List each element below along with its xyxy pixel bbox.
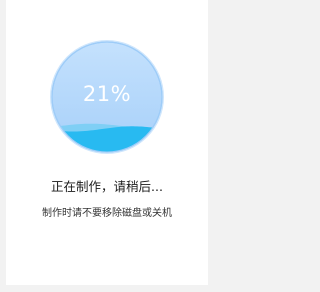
progress-gauge: 21% [47, 37, 167, 157]
warning-message: 制作时请不要移除磁盘或关机 [42, 208, 172, 219]
progress-panel: 21% 正在制作，请稍后... 制作时请不要移除磁盘或关机 [6, 0, 208, 285]
progress-percent-label: 21% [82, 82, 132, 106]
status-message: 正在制作，请稍后... [51, 179, 163, 194]
